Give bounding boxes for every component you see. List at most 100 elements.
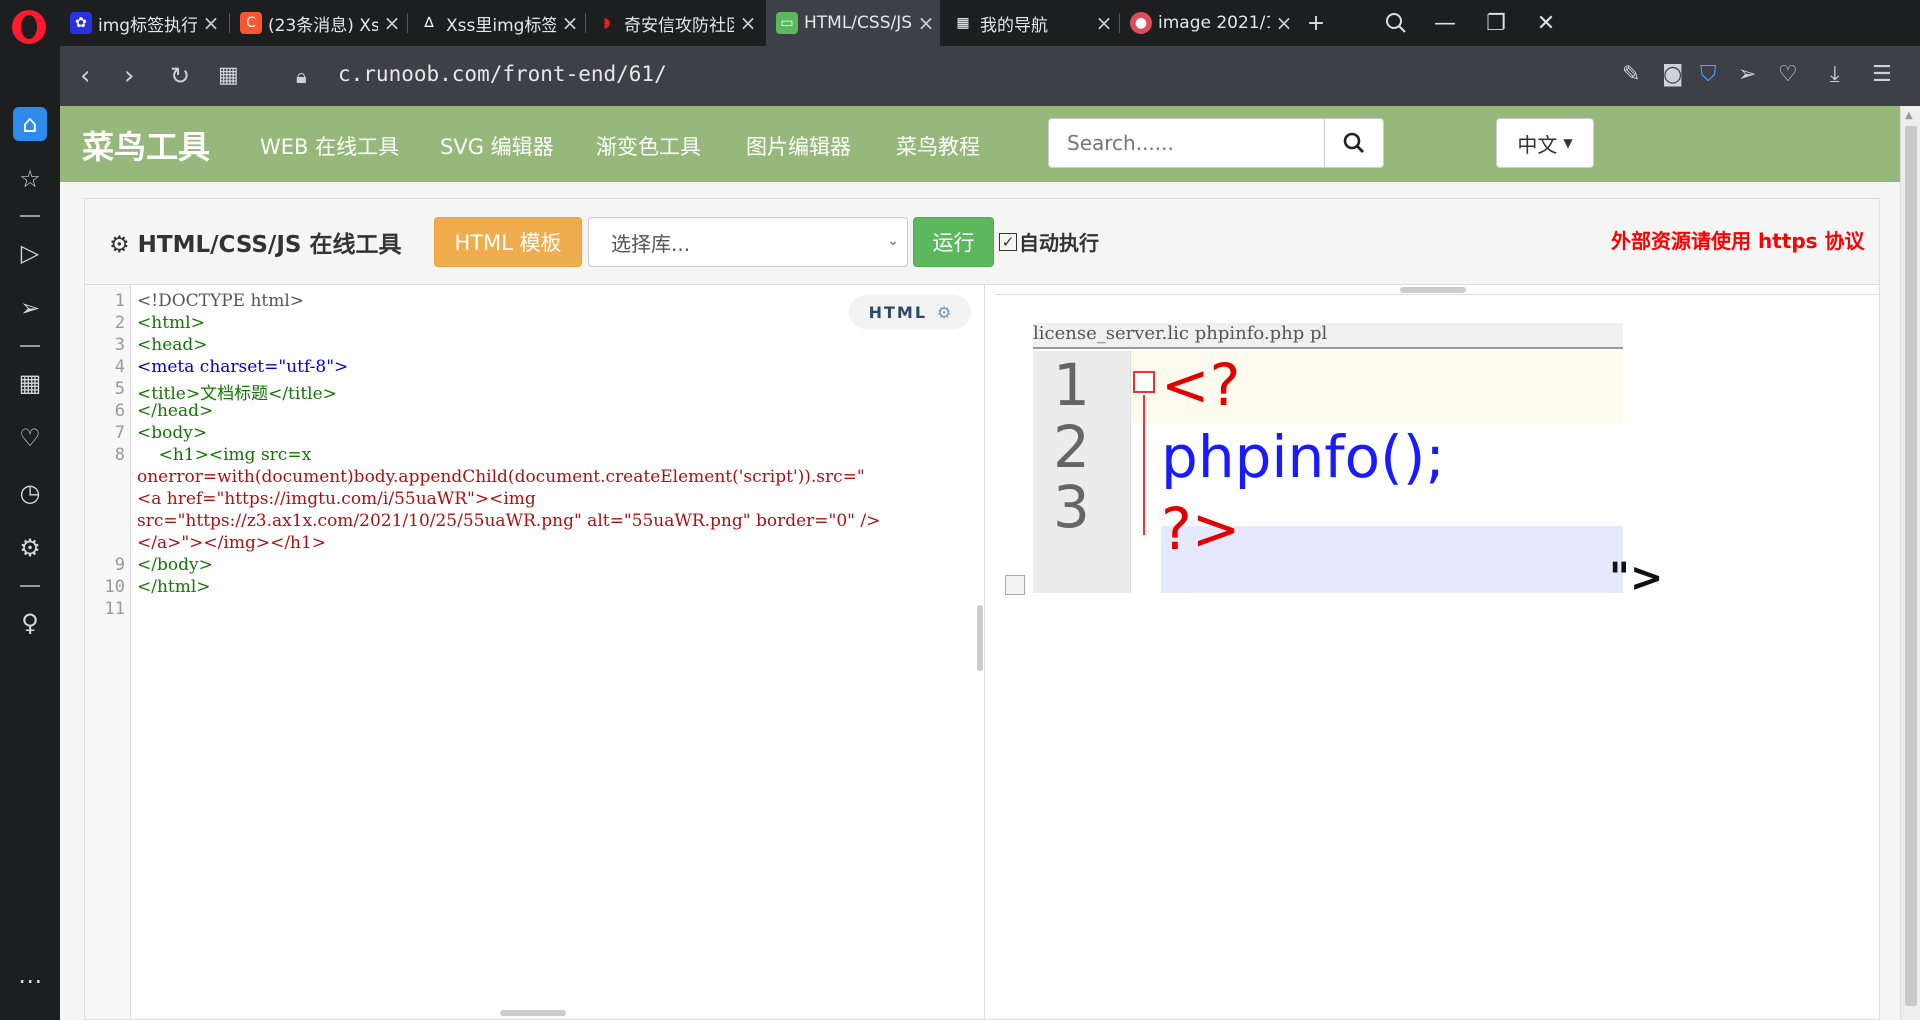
window-close-icon[interactable]: ✕ [1516, 0, 1576, 46]
line-number: 10 [104, 577, 125, 597]
resize-handle[interactable] [1400, 287, 1466, 293]
code-line: </html> [137, 577, 211, 597]
line-number: 6 [114, 401, 125, 421]
code-line: <head> [137, 335, 208, 355]
code-line: onerror=with(document)body.appendChild(d… [137, 467, 865, 487]
language-label: 中文 [1517, 132, 1558, 157]
camera-icon[interactable]: ◙ [1662, 62, 1683, 87]
new-tab-button[interactable]: + [1290, 0, 1342, 46]
language-dropdown[interactable]: 中文 ▼ [1496, 118, 1594, 168]
star-icon[interactable]: ☆ [13, 162, 47, 196]
site-logo[interactable]: 菜鸟工具 [82, 122, 210, 168]
close-icon[interactable]: × [556, 11, 584, 35]
library-select[interactable]: 选择库... ⌄ [588, 217, 908, 267]
send-icon[interactable]: ➢ [1738, 62, 1756, 87]
nav-web-tools[interactable]: WEB 在线工具 [260, 131, 399, 161]
run-button[interactable]: 运行 [913, 217, 994, 267]
html-template-button[interactable]: HTML 模板 [434, 217, 582, 267]
tab-title: HTML/CSS/JS [804, 13, 912, 33]
gear-icon[interactable]: ⚙ [937, 303, 951, 322]
nav-image-editor[interactable]: 图片编辑器 [746, 131, 851, 161]
easy-setup-icon[interactable]: ☰ [1872, 62, 1892, 87]
web-page: 菜鸟工具 WEB 在线工具 SVG 编辑器 渐变色工具 图片编辑器 菜鸟教程 中… [60, 106, 1900, 1020]
scroll-up-icon[interactable]: ▲ [1905, 110, 1913, 121]
search-input[interactable] [1048, 118, 1325, 168]
close-icon[interactable]: × [197, 11, 225, 35]
player-icon[interactable]: ▷ [13, 236, 47, 270]
lightbulb-icon[interactable]: ♀ [13, 606, 47, 640]
runoob-icon: ▭ [776, 12, 798, 34]
settings-gear-icon[interactable]: ⚙ [13, 531, 47, 565]
heart-icon[interactable]: ♡ [1778, 62, 1798, 87]
line-number: 5 [114, 379, 125, 399]
code-line: <meta charset="utf-8"> [137, 357, 349, 377]
html-mode-chip[interactable]: HTML ⚙ [849, 295, 971, 329]
tab-strip: ✿ img标签执行xss_ × C (23条消息) Xss里 × ∆ Xss里i… [0, 0, 1920, 46]
grid-icon: ▦ [956, 15, 970, 31]
url-field[interactable]: c.runoob.com/front-end/61/ [338, 62, 667, 86]
tab-4[interactable]: ◗ 奇安信攻防社区- × [586, 0, 762, 46]
nav-tutorial[interactable]: 菜鸟教程 [896, 131, 980, 161]
forward-icon[interactable]: › [124, 60, 134, 92]
tab-1[interactable]: ✿ img标签执行xss_ × [60, 0, 225, 46]
https-note: 外部资源请使用 https 协议 [1611, 229, 1865, 253]
line-number: 2 [114, 313, 125, 333]
apps-grid-icon[interactable]: ▦ [13, 366, 47, 400]
opera-sidebar: ⌂ ☆ ▷ ➢ ▦ ♡ ◷ ⚙ ♀ ⋯ [0, 46, 60, 1020]
csdn-icon: C [240, 12, 262, 34]
tab-title: image 2021/1025 [1158, 13, 1270, 33]
nav-gradient-tool[interactable]: 渐变色工具 [596, 131, 701, 161]
close-icon[interactable]: × [378, 11, 406, 35]
checkbox-checked-icon[interactable]: ✓ [999, 232, 1017, 251]
close-icon[interactable]: × [1090, 11, 1118, 35]
code-line: <body> [137, 423, 208, 443]
editor-scrollbar-vertical[interactable] [977, 605, 983, 671]
tab-title: (23条消息) Xss里 [268, 15, 378, 36]
shield-icon[interactable]: ⛉ [1700, 62, 1717, 87]
tabs-grid-icon[interactable]: ▦ [218, 60, 239, 92]
home-icon[interactable]: ⌂ [13, 107, 47, 141]
code-line: <html> [137, 313, 205, 333]
download-icon[interactable]: ⤓ [1830, 62, 1840, 87]
tool-panel: ⚙ HTML/CSS/JS 在线工具 HTML 模板 选择库... ⌄ 运行 ✓… [84, 198, 1880, 1020]
screenshot-line-number: 3 [1053, 473, 1090, 541]
preview-pane: license_server.lic phpinfo.php pl 1 2 3 … [995, 285, 1879, 1019]
search-icon [1343, 132, 1364, 153]
edit-icon[interactable]: ✎ [1622, 62, 1640, 87]
tab-title: 奇安信攻防社区- [624, 15, 734, 36]
tab-6[interactable]: ▦ 我的导航 × [942, 0, 1118, 46]
tab-2[interactable]: C (23条消息) Xss里 × [230, 0, 406, 46]
screenshot-gutter: 1 2 3 [1033, 351, 1131, 593]
code-line: <h1><img src=x [137, 445, 312, 465]
editor-scrollbar-horizontal[interactable] [500, 1010, 566, 1016]
screenshot-tabs: license_server.lic phpinfo.php pl [1033, 323, 1623, 349]
search-button[interactable] [1325, 118, 1384, 168]
tab-7[interactable]: ● image 2021/1025 × [1120, 0, 1298, 46]
send-icon[interactable]: ➢ [13, 291, 47, 325]
reload-icon[interactable]: ↻ [170, 60, 190, 92]
feather-icon: ∆ [424, 15, 434, 31]
heart-icon[interactable]: ♡ [13, 421, 47, 455]
rendered-tail-text: "> [1609, 555, 1664, 601]
nav-svg-editor[interactable]: SVG 编辑器 [440, 131, 554, 161]
history-clock-icon[interactable]: ◷ [13, 476, 47, 510]
back-icon[interactable]: ‹ [80, 60, 90, 92]
auto-run-checkbox[interactable]: ✓ 自动执行 [999, 227, 1099, 256]
tab-5-active[interactable]: ▭ HTML/CSS/JS × [766, 0, 940, 46]
more-icon[interactable]: ⋯ [13, 964, 47, 998]
line-number: 8 [114, 445, 125, 465]
broken-image-icon [1005, 575, 1025, 595]
line-number: 9 [114, 555, 125, 575]
screenshot-code-line: <? [1161, 351, 1241, 419]
code-line: </head> [137, 401, 214, 421]
page-scrollbar[interactable]: ▲ [1900, 106, 1920, 1020]
tab-3[interactable]: ∆ Xss里img标签的 × [408, 0, 584, 46]
line-number: 1 [114, 291, 125, 311]
close-icon[interactable]: × [734, 11, 762, 35]
opera-logo-icon[interactable] [12, 10, 46, 44]
line-number: 4 [114, 357, 125, 377]
code-editor[interactable]: 1 2 3 4 5 6 7 8 9 10 11 <!DOCTYPE html> … [85, 285, 985, 1019]
scrollbar-thumb[interactable] [1905, 126, 1917, 1006]
tab-title: 我的导航 [980, 15, 1048, 36]
close-icon[interactable]: × [912, 11, 940, 35]
